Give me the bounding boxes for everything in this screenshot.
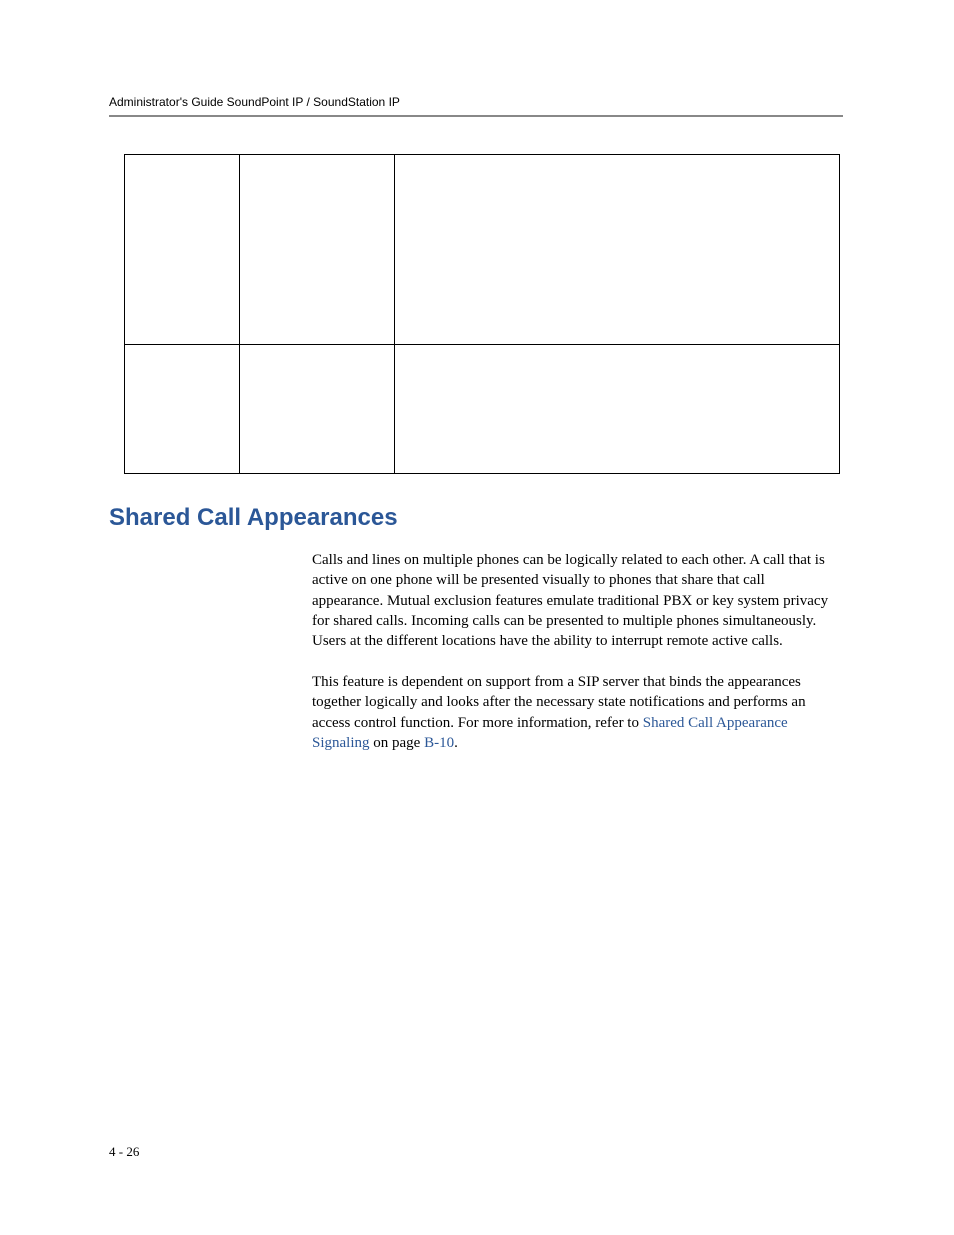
table-cell (394, 155, 839, 345)
table-cell (394, 345, 839, 474)
table-cell (125, 155, 240, 345)
page-header-title: Administrator's Guide SoundPoint IP / So… (109, 95, 400, 109)
table-cell (239, 155, 394, 345)
table-cell (125, 345, 240, 474)
paragraph-text: . (454, 735, 458, 751)
content-table (124, 154, 840, 474)
paragraph-text: on page (370, 735, 425, 751)
section-heading: Shared Call Appearances (109, 504, 398, 532)
table-row (125, 155, 840, 345)
body-paragraph-1: Calls and lines on multiple phones can b… (312, 550, 837, 651)
page-number: 4 - 26 (109, 1144, 139, 1160)
table-cell (239, 345, 394, 474)
body-paragraph-2: This feature is dependent on support fro… (312, 672, 837, 753)
table-row (125, 345, 840, 474)
page-reference-link[interactable]: B-10 (424, 735, 454, 751)
header-divider (109, 115, 843, 117)
